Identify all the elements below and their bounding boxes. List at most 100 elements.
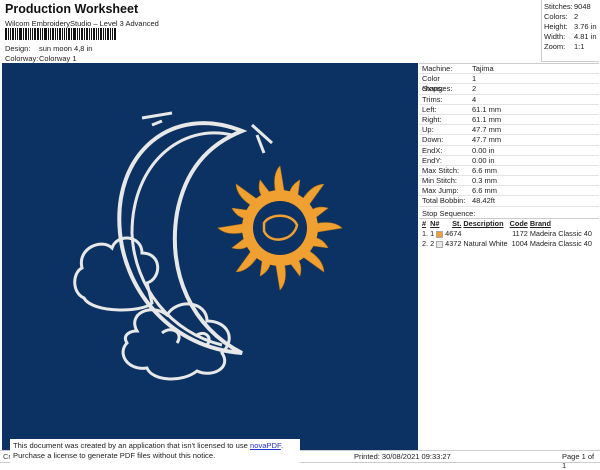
color-swatch: [436, 230, 444, 238]
description: [462, 229, 508, 239]
printed-date: Printed: 30/08/2021 09:33:27: [354, 452, 451, 461]
info-value: 48.42ft: [472, 196, 495, 206]
barcode-bar: [103, 28, 104, 40]
info-row: Left: 61.1 mm: [419, 105, 599, 115]
info-row: Max Jump: 6.6 mm: [419, 186, 599, 197]
barcode-bar: [42, 28, 43, 40]
barcode-bar: [44, 28, 47, 40]
barcode-bar: [57, 28, 58, 40]
info-value: 61.1 mm: [472, 114, 502, 124]
info-row: Down: 47.7 mm: [419, 135, 599, 146]
page-title: Production Worksheet: [5, 2, 139, 16]
barcode-bar: [62, 28, 63, 40]
sun-ray: [315, 222, 343, 233]
barcode-bar: [79, 28, 80, 40]
stop-sequence-table: # N# St. Description Code Brand 1. 1 4674 1172 Mad…: [421, 219, 593, 249]
info-label: EndX:: [422, 145, 443, 155]
barcode-bar: [52, 28, 54, 40]
barcode-bar: [5, 28, 7, 40]
info-value: 0.3 mm: [472, 176, 498, 186]
info-value: 47.7 mm: [472, 135, 502, 145]
stat-value: 9048: [574, 2, 591, 11]
barcode-bar: [59, 28, 61, 40]
info-value: 2: [472, 84, 477, 94]
barcode-bar: [98, 28, 99, 40]
barcode-bar: [71, 28, 72, 40]
barcode-bar: [114, 28, 116, 40]
barcode: [5, 28, 130, 40]
row-number: 2.: [422, 239, 429, 249]
novapdf-link[interactable]: novaPDF: [250, 441, 281, 450]
sun-ray: [275, 263, 286, 291]
info-value: 0.00 in: [472, 145, 495, 155]
barcode-bar: [32, 28, 33, 40]
info-value: Tajima: [472, 64, 494, 73]
description: Natural White: [463, 239, 508, 249]
barcode-bar: [107, 28, 109, 40]
barcode-bar: [25, 28, 27, 40]
barcode-bar: [112, 28, 113, 40]
info-label: EndY:: [422, 155, 443, 165]
row-number: 1.: [422, 229, 429, 239]
info-value: 4: [472, 94, 477, 104]
stat-row: Colors: 2: [544, 12, 599, 22]
info-label: Total Bobbin:: [422, 196, 466, 206]
info-row: Color changes: 1: [419, 74, 599, 93]
barcode-bar: [84, 28, 85, 40]
stat-label: Colors:: [544, 12, 568, 21]
embroidery-design: [73, 111, 343, 381]
stat-value: 3.76 in: [574, 22, 597, 31]
notice-line2: Purchase a license to generate PDF files…: [13, 451, 216, 460]
info-row: Right: 61.1 mm: [419, 114, 599, 126]
page-number: Page 1 of 1: [562, 452, 595, 470]
barcode-bar: [91, 28, 92, 40]
colorway-label: Colorway:: [5, 54, 39, 63]
barcode-bar: [37, 28, 39, 40]
barcode-bar: [50, 28, 51, 40]
brand: Madeira Classic 40: [529, 229, 592, 239]
barcode-bar: [12, 28, 14, 40]
info-value: 6.6 mm: [472, 165, 498, 175]
column-header: #: [422, 219, 427, 229]
stitch-count: 4674: [445, 229, 462, 239]
table-row: 1. 1 4674 1172 Madeira Classic 40: [421, 229, 593, 239]
brand: Madeira Classic 40: [529, 239, 592, 249]
info-label: Max Jump:: [422, 186, 459, 196]
column-header: St.: [452, 219, 462, 229]
barcode-bar: [48, 28, 49, 40]
design-preview: [2, 63, 418, 450]
notice-period: .: [280, 441, 283, 450]
sun-motif: [217, 165, 343, 291]
colorway-row: Colorway:Colorway 1: [5, 54, 77, 63]
barcode-bar: [96, 28, 97, 40]
stat-row: Zoom: 1:1: [544, 42, 599, 52]
barcode-bar: [23, 28, 24, 40]
barcode-bar: [64, 28, 65, 40]
sun-ray: [274, 165, 285, 193]
info-row: Trims: 4: [419, 95, 599, 105]
info-row: EndX: 0.00 in: [419, 146, 599, 156]
barcode-bar: [77, 28, 78, 40]
info-row: Machine: Tajima: [419, 64, 599, 75]
stitch-count: 4372: [445, 239, 462, 249]
design-label: Design:: [5, 44, 31, 53]
barcode-bar: [8, 28, 9, 40]
barcode-bar: [15, 28, 16, 40]
barcode-bar: [81, 28, 83, 40]
info-row: Max Stitch: 6.6 mm: [419, 165, 599, 177]
notice-line1: This document was created by an applicat…: [13, 441, 250, 450]
barcode-bar: [93, 28, 95, 40]
info-label: Stops:: [422, 84, 444, 94]
info-value: 6.6 mm: [472, 186, 498, 196]
info-row: Min Stitch: 0.3 mm: [419, 176, 599, 187]
info-value: 1: [472, 74, 477, 84]
sun-ray: [217, 223, 245, 234]
info-label: Min Stitch:: [422, 176, 458, 186]
stat-label: Height:: [544, 22, 568, 31]
barcode-bar: [68, 28, 70, 40]
barcode-bar: [86, 28, 88, 40]
barcode-bar: [28, 28, 29, 40]
info-label: Up:: [422, 125, 434, 135]
design-value: sun moon 4,8 in: [39, 44, 93, 53]
stat-label: Zoom:: [544, 42, 566, 51]
